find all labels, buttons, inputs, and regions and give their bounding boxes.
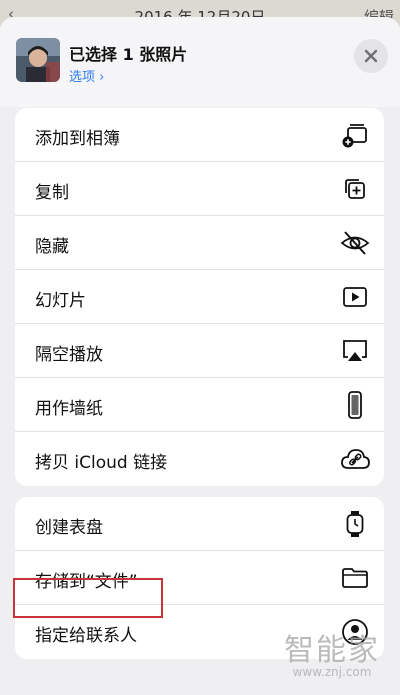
folder-icon (339, 562, 371, 594)
duplicate-icon (339, 173, 371, 205)
action-label: 添加到相簿 (35, 129, 120, 149)
share-sheet-header: 已选择 1 张照片 选项 › (0, 17, 400, 107)
selection-title: 已选择 1 张照片 (69, 45, 188, 64)
action-label: 隐藏 (35, 237, 69, 257)
action-add-to-album[interactable]: 添加到相簿 (15, 108, 384, 162)
watermark-logo: 智能家 www.znj.com (272, 625, 392, 679)
action-create-watch-face[interactable]: 创建表盘 (15, 497, 384, 551)
airplay-icon (339, 335, 371, 367)
icloud-link-icon (339, 443, 371, 475)
photo-thumbnail (16, 38, 60, 82)
hide-eye-slash-icon (339, 227, 371, 259)
action-label: 拷贝 iCloud 链接 (35, 453, 168, 473)
action-label: 幻灯片 (35, 291, 86, 311)
action-group-primary: 添加到相簿 复制 隐藏 幻灯片 隔空播放 用作墙纸 拷贝 iCloud 链接 (15, 108, 384, 486)
save-to-files-highlight (13, 578, 163, 618)
options-link[interactable]: 选项 › (69, 66, 104, 85)
close-button[interactable] (354, 39, 388, 73)
slideshow-play-icon (339, 281, 371, 313)
watch-face-icon (339, 508, 371, 540)
share-sheet-screen: ‹ 2016 年 12月20日 编辑 已选择 1 张照片 选项 › (0, 0, 400, 695)
action-label: 指定给联系人 (35, 626, 137, 646)
action-copy-icloud-link[interactable]: 拷贝 iCloud 链接 (15, 432, 384, 486)
action-label: 创建表盘 (35, 518, 103, 538)
action-hide[interactable]: 隐藏 (15, 216, 384, 270)
phone-wallpaper-icon (339, 389, 371, 421)
action-use-as-wallpaper[interactable]: 用作墙纸 (15, 378, 384, 432)
action-label: 用作墙纸 (35, 399, 103, 419)
close-icon (364, 49, 378, 63)
action-duplicate[interactable]: 复制 (15, 162, 384, 216)
add-to-album-icon (339, 119, 371, 151)
watermark-text: 智能家 (284, 633, 380, 668)
action-label: 隔空播放 (35, 345, 103, 365)
action-label: 复制 (35, 183, 69, 203)
action-airplay[interactable]: 隔空播放 (15, 324, 384, 378)
action-slideshow[interactable]: 幻灯片 (15, 270, 384, 324)
